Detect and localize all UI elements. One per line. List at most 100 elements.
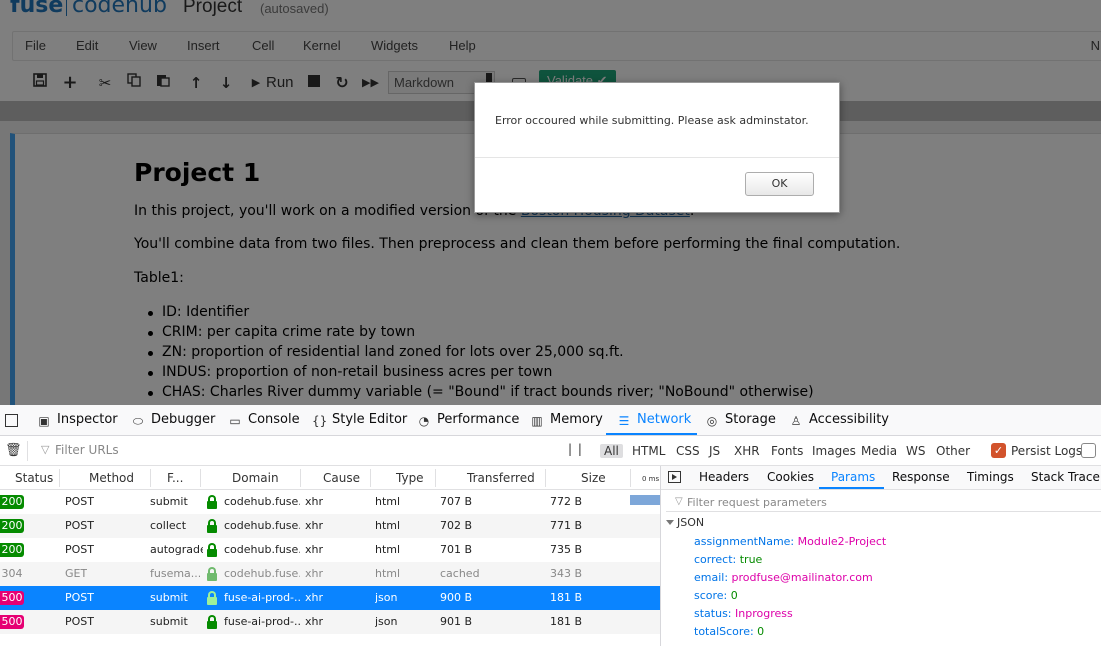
cell-cause: xhr bbox=[305, 543, 324, 556]
col-status[interactable]: Status bbox=[15, 471, 53, 485]
filter-css[interactable]: CSS bbox=[676, 444, 700, 458]
cell-file: autograde bbox=[150, 543, 203, 556]
cell-size: 181 B bbox=[550, 591, 583, 604]
tab-label: Debugger bbox=[151, 412, 216, 427]
filter-images[interactable]: Images bbox=[812, 444, 856, 458]
tab-inspector[interactable]: ▣ Inspector bbox=[37, 412, 118, 432]
col-waterfall[interactable]: 0 ms bbox=[642, 475, 659, 483]
tab-accessibility[interactable]: ♙ Accessibility bbox=[789, 412, 889, 432]
param-row: correct: true bbox=[694, 553, 762, 566]
waterfall-bar bbox=[630, 495, 660, 505]
status-badge: 200 bbox=[0, 543, 24, 557]
cell-cause: xhr bbox=[305, 615, 324, 628]
param-value: true bbox=[739, 553, 763, 566]
cell-file: fusema... bbox=[150, 567, 200, 580]
ok-button[interactable]: OK bbox=[745, 172, 814, 196]
tab-label: Console bbox=[248, 412, 300, 427]
filter-html[interactable]: HTML bbox=[632, 444, 665, 458]
cell-domain: codehub.fuse... bbox=[224, 543, 300, 556]
cell-file: collect bbox=[150, 519, 187, 532]
trash-icon[interactable]: 🗑 bbox=[5, 443, 22, 458]
divider bbox=[27, 441, 28, 461]
table-row[interactable]: 200 POST autograde codehub.fuse... xhr h… bbox=[0, 538, 660, 562]
json-label: JSON bbox=[677, 516, 705, 529]
cell-transferred: cached bbox=[440, 567, 480, 580]
cell-method: POST bbox=[65, 543, 94, 556]
cell-domain: fuse-ai-prod-... bbox=[224, 615, 300, 628]
tab-memory[interactable]: ▥ Memory bbox=[530, 412, 603, 432]
cell-transferred: 702 B bbox=[440, 519, 473, 532]
table-row[interactable]: 200 POST collect codehub.fuse... xhr htm… bbox=[0, 514, 660, 538]
tab-label: Storage bbox=[725, 412, 776, 427]
filter-ws[interactable]: WS bbox=[906, 444, 925, 458]
status-badge: 304 bbox=[1, 567, 23, 580]
tab-style-editor[interactable]: {} Style Editor bbox=[312, 412, 407, 432]
request-table: Status Method F... Domain Cause Type Tra… bbox=[0, 466, 660, 646]
filter-all[interactable]: All bbox=[600, 444, 623, 458]
filter-other[interactable]: Other bbox=[936, 444, 970, 458]
filter-js[interactable]: JS bbox=[709, 444, 720, 458]
tab-debugger[interactable]: ⬭ Debugger bbox=[131, 412, 215, 432]
cell-cause: xhr bbox=[305, 567, 324, 580]
cell-size: 735 B bbox=[550, 543, 583, 556]
tab-headers[interactable]: Headers bbox=[699, 470, 749, 484]
cell-method: GET bbox=[65, 567, 88, 580]
tab-storage[interactable]: ◎ Storage bbox=[705, 412, 776, 432]
divider bbox=[630, 469, 631, 487]
cell-file: submit bbox=[150, 615, 188, 628]
col-transferred[interactable]: Transferred bbox=[467, 471, 535, 485]
tab-label: Inspector bbox=[57, 412, 118, 427]
json-section-toggle[interactable]: JSON bbox=[666, 516, 704, 529]
style-editor-icon: {} bbox=[312, 414, 328, 428]
param-value: Inprogress bbox=[735, 607, 793, 620]
col-method[interactable]: Method bbox=[89, 471, 134, 485]
element-picker-icon[interactable] bbox=[5, 414, 18, 427]
filter-icon: ▽ bbox=[41, 443, 50, 456]
persist-logs-checkbox[interactable]: ✓ bbox=[991, 443, 1006, 458]
tab-cookies[interactable]: Cookies bbox=[767, 470, 814, 484]
table-row[interactable]: 500 POST submit fuse-ai-prod-... xhr jso… bbox=[0, 610, 660, 634]
collapse-panel-icon[interactable] bbox=[668, 471, 681, 483]
performance-icon: ◔ bbox=[418, 414, 430, 428]
tab-console[interactable]: ▭ Console bbox=[228, 412, 300, 432]
tab-timings[interactable]: Timings bbox=[967, 470, 1014, 484]
devtools-panel: ▣ Inspector ⬭ Debugger ▭ Console {} Style Ed… bbox=[0, 405, 1101, 646]
tab-stack-trace[interactable]: Stack Trace bbox=[1031, 470, 1100, 484]
tab-performance[interactable]: ◔ Performance bbox=[417, 412, 520, 432]
param-key: assignmentName: bbox=[694, 535, 795, 548]
tab-label: Performance bbox=[437, 412, 520, 427]
cell-domain: codehub.fuse... bbox=[224, 495, 300, 508]
pause-button[interactable]: | | bbox=[568, 442, 583, 456]
tab-network[interactable]: ☰ Network bbox=[617, 412, 692, 432]
details-tabs: Headers Cookies Params Response Timings … bbox=[661, 466, 1101, 490]
filter-xhr[interactable]: XHR bbox=[734, 444, 760, 458]
params-filter-input[interactable]: Filter request parameters bbox=[687, 496, 827, 509]
filter-media[interactable]: Media bbox=[861, 444, 897, 458]
cell-size: 772 B bbox=[550, 495, 583, 508]
param-value: 0 bbox=[757, 625, 765, 638]
param-row: totalScore: 0 bbox=[694, 625, 764, 638]
col-type[interactable]: Type bbox=[396, 471, 424, 485]
status-badge: 500 bbox=[0, 615, 24, 629]
tab-label: Accessibility bbox=[809, 412, 889, 427]
lock-icon bbox=[207, 519, 217, 533]
cell-transferred: 707 B bbox=[440, 495, 473, 508]
filter-fonts[interactable]: Fonts bbox=[771, 444, 803, 458]
table-row[interactable]: 200 POST submit codehub.fuse... xhr html… bbox=[0, 490, 660, 514]
params-filter[interactable]: ▽ Filter request parameters bbox=[666, 494, 1101, 512]
col-domain[interactable]: Domain bbox=[232, 471, 279, 485]
cell-method: POST bbox=[65, 591, 94, 604]
disable-cache-checkbox[interactable] bbox=[1081, 443, 1096, 458]
col-size[interactable]: Size bbox=[581, 471, 606, 485]
filter-urls-input[interactable]: Filter URLs bbox=[55, 443, 119, 457]
table-row[interactable]: 500 POST submit fuse-ai-prod-... xhr jso… bbox=[0, 586, 660, 610]
tab-response[interactable]: Response bbox=[892, 470, 950, 484]
col-cause[interactable]: Cause bbox=[323, 471, 360, 485]
table-row[interactable]: 304 GET fusema... codehub.fuse... xhr ht… bbox=[0, 562, 660, 586]
tab-selected-indicator bbox=[606, 433, 697, 435]
divider bbox=[435, 469, 436, 487]
tab-params[interactable]: Params bbox=[831, 470, 875, 484]
triangle-down-icon bbox=[666, 520, 674, 525]
col-file[interactable]: F... bbox=[167, 471, 183, 485]
cell-size: 771 B bbox=[550, 519, 583, 532]
